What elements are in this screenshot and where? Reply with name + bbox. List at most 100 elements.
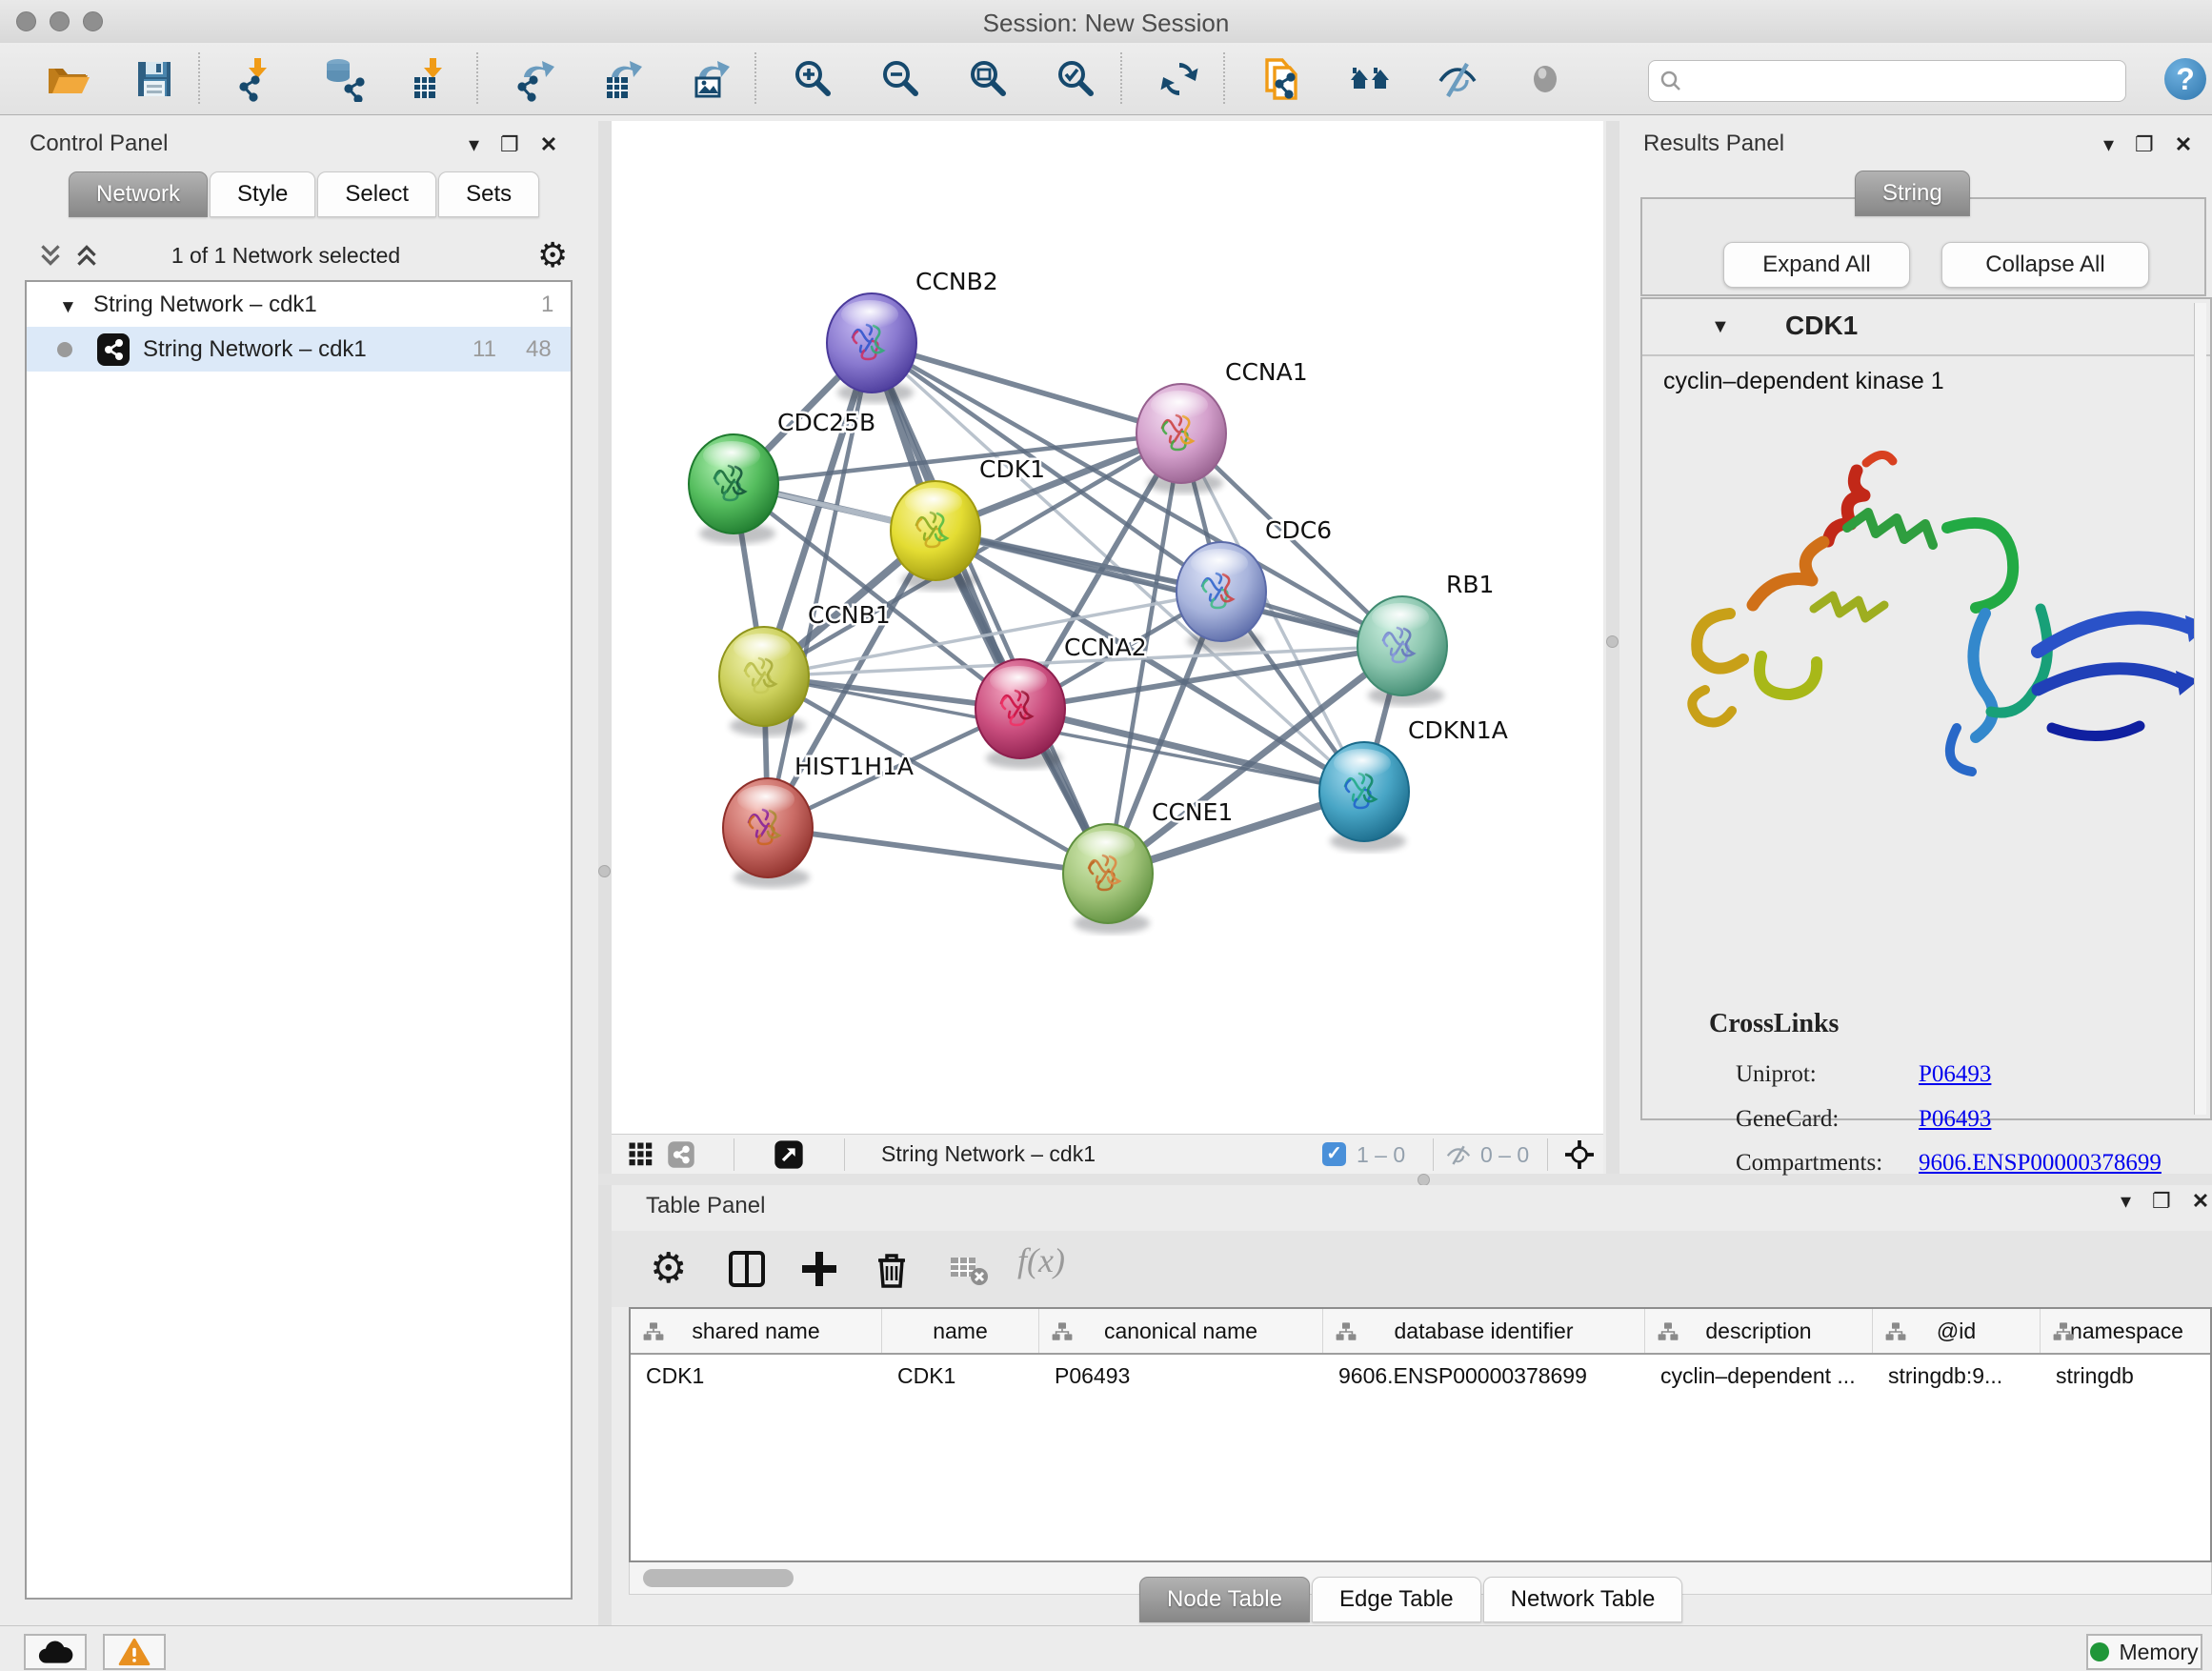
selected-nodes-checkbox-icon[interactable]: ✓ bbox=[1322, 1142, 1346, 1166]
cloud-status-button[interactable] bbox=[24, 1634, 87, 1670]
create-column-plus-icon[interactable] bbox=[796, 1246, 842, 1292]
panel-menu-icon[interactable]: ▾ bbox=[2121, 1191, 2131, 1212]
network-canvas[interactable]: CCNB2CCNA1CDC25BCDK1CDC6RB1CCNB1CCNA2CDK… bbox=[612, 121, 1603, 1134]
crosslink-label: Uniprot: bbox=[1736, 1061, 1817, 1087]
hide-panel-eye-button[interactable] bbox=[1435, 56, 1480, 102]
show-columns-icon[interactable] bbox=[724, 1246, 770, 1292]
tab-network[interactable]: Network bbox=[69, 171, 208, 217]
zoom-out-button[interactable] bbox=[878, 56, 924, 102]
view-eye-button[interactable] bbox=[1522, 56, 1568, 102]
delete-column-trash-icon[interactable] bbox=[869, 1246, 915, 1292]
tab-node-table[interactable]: Node Table bbox=[1139, 1577, 1310, 1622]
panel-menu-icon[interactable]: ▾ bbox=[2103, 134, 2114, 155]
network-row[interactable]: String Network – cdk1 11 48 bbox=[27, 327, 571, 372]
search-input[interactable] bbox=[1691, 63, 2114, 97]
network-node-HIST1H1A[interactable] bbox=[723, 778, 813, 888]
save-session-button[interactable] bbox=[131, 56, 177, 102]
crosslink-link[interactable]: 9606.ENSP00000378699 bbox=[1919, 1150, 2162, 1177]
gene-header[interactable]: ▼ CDK1 bbox=[1642, 299, 2210, 356]
table-settings-gear-icon[interactable]: ⚙ bbox=[650, 1246, 695, 1292]
zoom-in-button[interactable] bbox=[791, 56, 836, 102]
export-network-icon bbox=[513, 56, 558, 102]
toolbar-separator bbox=[476, 52, 478, 104]
string-style-icon[interactable] bbox=[667, 1140, 695, 1169]
help-icon[interactable]: ? bbox=[2164, 58, 2206, 100]
zoom-fit-button[interactable] bbox=[966, 56, 1012, 102]
tab-edge-table[interactable]: Edge Table bbox=[1312, 1577, 1481, 1622]
warnings-button[interactable] bbox=[103, 1634, 166, 1670]
network-node-CCNE1[interactable] bbox=[1063, 824, 1153, 934]
panel-float-icon[interactable]: ❐ bbox=[500, 134, 519, 155]
column-header-namespace[interactable]: namespace bbox=[2041, 1309, 2212, 1353]
crosslink-label: GeneCard: bbox=[1736, 1106, 1839, 1132]
fit-selected-crosshair-icon[interactable] bbox=[1562, 1137, 1597, 1172]
network-node-CCNA1[interactable] bbox=[1136, 384, 1226, 493]
column-header-description[interactable]: description bbox=[1645, 1309, 1873, 1353]
network-node-CDC25B[interactable] bbox=[689, 434, 778, 544]
panel-close-icon[interactable]: ✕ bbox=[540, 134, 557, 155]
export-table-button[interactable] bbox=[600, 56, 646, 102]
right-splitter[interactable] bbox=[1606, 121, 1619, 1174]
crosslink-link[interactable]: P06493 bbox=[1919, 1106, 1991, 1133]
crosslink-row: Uniprot: P06493 bbox=[1736, 1061, 2193, 1105]
toolbar-separator bbox=[198, 52, 200, 104]
network-node-CCNA2[interactable] bbox=[975, 659, 1065, 769]
network-node-RB1[interactable] bbox=[1357, 596, 1447, 706]
column-header-name[interactable]: name bbox=[882, 1309, 1039, 1353]
function-builder-icon[interactable]: f(x) bbox=[1017, 1240, 1103, 1286]
gene-collapse-triangle-icon[interactable]: ▼ bbox=[1711, 316, 1730, 338]
open-session-button[interactable] bbox=[44, 56, 90, 102]
scrollbar-thumb[interactable] bbox=[643, 1569, 794, 1587]
tab-style[interactable]: Style bbox=[210, 171, 315, 217]
refresh-button[interactable] bbox=[1156, 56, 1202, 102]
panel-float-icon[interactable]: ❐ bbox=[2152, 1191, 2171, 1212]
column-header-shared-name[interactable]: shared name bbox=[631, 1309, 882, 1353]
panel-float-icon[interactable]: ❐ bbox=[2135, 134, 2154, 155]
tab-string[interactable]: String bbox=[1855, 171, 1970, 216]
export-network-button[interactable] bbox=[513, 56, 558, 102]
network-node-CCNB2[interactable] bbox=[827, 293, 916, 403]
home-pair-button[interactable] bbox=[1347, 56, 1393, 102]
tab-network-table[interactable]: Network Table bbox=[1483, 1577, 1683, 1622]
network-collection-row[interactable]: ▼ String Network – cdk1 1 bbox=[27, 282, 571, 327]
column-header-database-identifier[interactable]: database identifier bbox=[1323, 1309, 1645, 1353]
open-in-new-window-icon[interactable] bbox=[774, 1139, 804, 1170]
node-label-CCNE1: CCNE1 bbox=[1152, 798, 1233, 826]
collection-expand-triangle-icon[interactable]: ▼ bbox=[59, 297, 77, 318]
panel-close-icon[interactable]: ✕ bbox=[2192, 1191, 2209, 1212]
panel-menu-icon[interactable]: ▾ bbox=[469, 134, 479, 155]
table-row[interactable]: CDK1CDK1P064939606.ENSP00000378699cyclin… bbox=[631, 1355, 2210, 1397]
network-node-CDKN1A[interactable] bbox=[1319, 742, 1409, 852]
network-node-CDK1[interactable] bbox=[891, 481, 980, 591]
memory-button[interactable]: Memory bbox=[2086, 1634, 2202, 1670]
node-table: shared namenamecanonical namedatabase id… bbox=[629, 1307, 2212, 1562]
zoom-selected-button[interactable] bbox=[1054, 56, 1099, 102]
collapse-all-button[interactable]: Collapse All bbox=[1941, 242, 2149, 288]
document-share-button[interactable] bbox=[1259, 56, 1305, 102]
left-splitter-knob[interactable] bbox=[598, 865, 611, 877]
import-network-button[interactable] bbox=[234, 56, 280, 102]
expand-all-button[interactable]: Expand All bbox=[1723, 242, 1910, 288]
tab-sets[interactable]: Sets bbox=[438, 171, 539, 217]
results-scrollbar[interactable] bbox=[2194, 303, 2206, 1115]
column-header-@id[interactable]: @id bbox=[1873, 1309, 2041, 1353]
left-splitter[interactable] bbox=[598, 121, 612, 1625]
table-panel-window-icons: ▾ ❐ ✕ bbox=[2121, 1191, 2209, 1212]
import-table-button[interactable] bbox=[410, 56, 455, 102]
network-node-CDC6[interactable] bbox=[1176, 542, 1266, 652]
node-label-CCNA1: CCNA1 bbox=[1225, 358, 1308, 386]
tab-select[interactable]: Select bbox=[317, 171, 436, 217]
column-header-canonical-name[interactable]: canonical name bbox=[1039, 1309, 1323, 1353]
birdseye-grid-icon[interactable] bbox=[627, 1140, 655, 1169]
export-image-button[interactable] bbox=[688, 56, 734, 102]
toolbar-separator bbox=[1120, 52, 1122, 104]
right-splitter-knob[interactable] bbox=[1606, 635, 1619, 648]
title-bar: Session: New Session bbox=[0, 0, 2212, 44]
network-node-CCNB1[interactable] bbox=[719, 627, 809, 736]
panel-close-icon[interactable]: ✕ bbox=[2175, 134, 2192, 155]
delete-table-icon[interactable] bbox=[945, 1246, 991, 1292]
network-options-gear-icon[interactable]: ⚙ bbox=[537, 235, 568, 275]
table-cell: cyclin–dependent ... bbox=[1645, 1355, 1873, 1397]
import-database-button[interactable] bbox=[322, 56, 368, 102]
crosslink-link[interactable]: P06493 bbox=[1919, 1061, 1991, 1088]
